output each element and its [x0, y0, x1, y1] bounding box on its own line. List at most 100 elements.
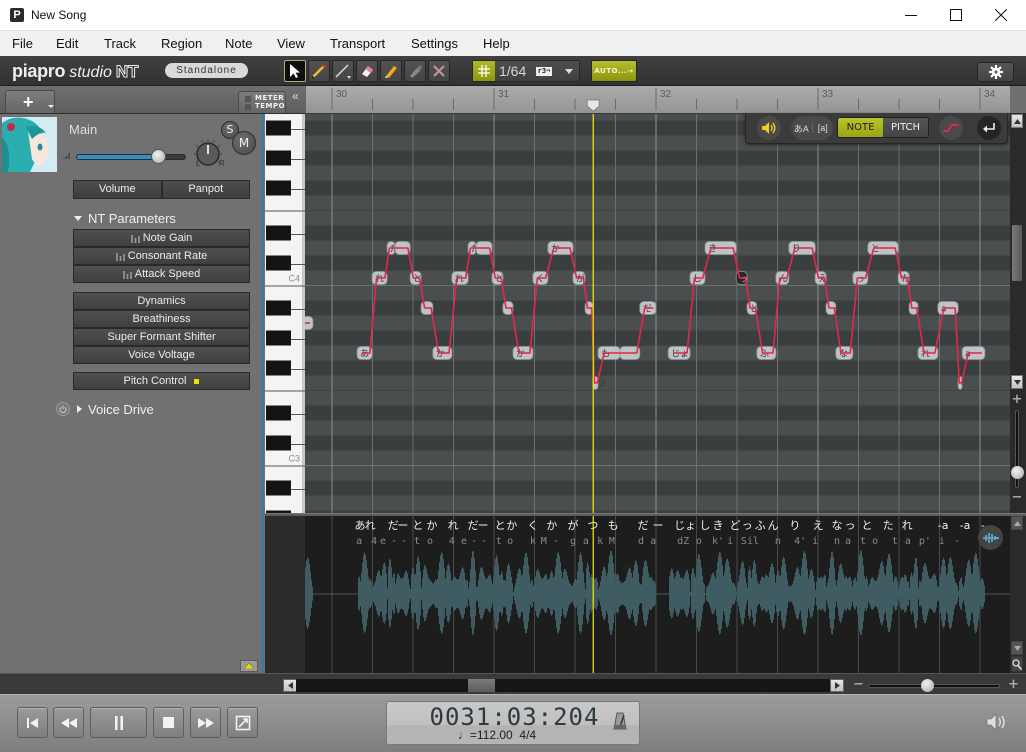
lyrics-waveform-panel[interactable]: あれだーとかれだーとかくかがつもだーじょしきどっふんりえなっとたれ-a-a-a4… — [305, 516, 1010, 673]
metronome-icon[interactable] — [613, 712, 627, 730]
lyric-token[interactable]: し — [700, 519, 711, 532]
brush-tool-button[interactable] — [404, 60, 426, 82]
pen-tool-button[interactable] — [380, 60, 402, 82]
black-key[interactable] — [266, 480, 291, 496]
minimize-button[interactable] — [888, 0, 934, 30]
stop-button[interactable] — [153, 707, 184, 738]
snap-grid-toggle[interactable] — [473, 61, 495, 81]
timeline-ruler[interactable]: 30 31 32 33 34 — [305, 86, 1010, 114]
vertical-scroll-thumb[interactable] — [1012, 225, 1022, 281]
track-name[interactable]: Main — [69, 122, 97, 137]
black-key[interactable] — [266, 435, 291, 451]
pause-button[interactable] — [90, 707, 147, 738]
lyric-token[interactable]: り — [789, 519, 800, 532]
param-dynamics-button[interactable]: Dynamics — [73, 292, 250, 310]
lyric-token[interactable]: き — [712, 519, 723, 532]
note-preview-button[interactable] — [757, 116, 781, 140]
phoneme-mode-button[interactable]: [a] — [811, 123, 834, 133]
rewind-button[interactable] — [53, 707, 84, 738]
nt-parameters-header[interactable]: NT Parameters — [74, 210, 176, 226]
fast-forward-button[interactable] — [190, 707, 221, 738]
zoom-button[interactable] — [1011, 656, 1023, 672]
note-lyric[interactable]: あ — [360, 349, 369, 360]
quantize-selector[interactable]: 1/64 r3¬ — [472, 60, 580, 82]
skip-to-start-button[interactable] — [17, 707, 48, 738]
black-key[interactable] — [266, 405, 291, 421]
waveform-toggle-button[interactable] — [978, 525, 1003, 550]
menu-settings[interactable]: Settings — [411, 31, 458, 56]
select-tool-button[interactable] — [284, 60, 306, 82]
menu-help[interactable]: Help — [483, 31, 510, 56]
note-lyric[interactable]: ー — [623, 350, 632, 360]
pitch-curve-button[interactable] — [939, 116, 963, 140]
lyric-token[interactable]: じょ — [674, 519, 696, 532]
black-key[interactable] — [266, 300, 291, 316]
lyrics-scroll-down-button[interactable] — [1011, 641, 1023, 655]
mute-button[interactable]: M — [232, 131, 256, 155]
lyric-token[interactable]: ふ — [755, 519, 766, 532]
lyric-token[interactable]: と — [495, 519, 506, 532]
volume-slider-thumb[interactable] — [151, 149, 166, 164]
kana-mode-button[interactable]: あA — [791, 122, 812, 135]
volume-tab[interactable]: Volume — [73, 180, 162, 199]
lyric-token[interactable]: れ — [365, 519, 376, 532]
lyric-token[interactable]: た — [883, 519, 894, 532]
black-key[interactable] — [266, 180, 291, 196]
menu-view[interactable]: View — [277, 31, 305, 56]
lyric-token[interactable]: ー — [653, 519, 664, 532]
line-tool-button[interactable] — [332, 60, 354, 82]
black-key[interactable] — [266, 360, 291, 376]
note-lyric[interactable]: か — [516, 349, 525, 360]
settings-button[interactable] — [977, 62, 1014, 82]
add-track-button[interactable]: + — [5, 90, 55, 113]
black-key[interactable] — [266, 120, 291, 136]
piano-roll-grid[interactable]: あれだーとーかれだーとーかくかがーつもーだじょしきっどふんりえーなっとたーれa-… — [305, 114, 1010, 513]
note-lyric[interactable]: ー — [398, 245, 407, 255]
lyric-token[interactable]: と — [862, 519, 873, 532]
param-note-gain-button[interactable]: Note Gain — [73, 229, 250, 247]
panpot-tab[interactable]: Panpot — [161, 180, 250, 199]
zoom-in-horizontal-icon[interactable]: + — [1008, 677, 1019, 692]
note-lyric[interactable]: ふ — [760, 349, 769, 360]
vertical-scrollbar[interactable]: + − — [1010, 113, 1026, 513]
black-key[interactable] — [266, 225, 291, 241]
meter-tempo-button[interactable]: METER TEMPO — [238, 91, 286, 113]
pitch-control-button[interactable]: Pitch Control — [73, 372, 250, 390]
note-lyric[interactable]: れ — [921, 349, 930, 360]
zoom-out-vertical-icon[interactable]: − — [1011, 491, 1023, 504]
note-lyric[interactable]: ど — [750, 304, 759, 315]
horizontal-scrollbar[interactable] — [296, 679, 830, 692]
scroll-left-button[interactable] — [283, 679, 297, 692]
lyric-token[interactable]: と — [412, 519, 423, 532]
scroll-down-button[interactable] — [1011, 375, 1023, 389]
menu-track[interactable]: Track — [104, 31, 136, 56]
horizontal-zoom-thumb[interactable] — [921, 679, 935, 692]
close-button[interactable] — [978, 0, 1024, 30]
voice-drive-power-button[interactable] — [56, 402, 70, 416]
position-display[interactable]: 0031:03:204 ♩=112.00 4/4 — [386, 701, 640, 745]
master-volume-icon[interactable] — [986, 713, 1008, 731]
lyric-mode-toggle[interactable]: あA [a] — [791, 116, 833, 140]
auto-scroll-button[interactable]: AUTO...→ — [591, 60, 637, 82]
param-super-formant-shifter-button[interactable]: Super Formant Shifter — [73, 328, 250, 346]
voice-drive-header[interactable]: Voice Drive — [56, 400, 154, 418]
menu-region[interactable]: Region — [161, 31, 202, 56]
pitch-mode-button[interactable]: PITCH — [883, 118, 928, 137]
lyric-token[interactable]: ー — [397, 519, 408, 532]
note-lyric[interactable]: ー — [506, 305, 515, 315]
collapse-lyrics-button[interactable] — [240, 660, 258, 672]
lyric-token[interactable]: れ — [448, 519, 459, 532]
note-lyric[interactable]: じょ — [671, 349, 689, 360]
menu-edit[interactable]: Edit — [56, 31, 78, 56]
lyric-token[interactable]: か — [427, 519, 438, 532]
black-key[interactable] — [266, 150, 291, 166]
note-lyric[interactable]: か — [436, 349, 445, 360]
lyric-token[interactable]: っ — [742, 519, 753, 532]
delete-tool-button[interactable] — [428, 60, 450, 82]
lyric-token[interactable]: だ — [638, 519, 649, 532]
zoom-in-vertical-icon[interactable]: + — [1011, 393, 1023, 406]
scroll-up-button[interactable] — [1011, 114, 1023, 128]
lyric-token[interactable]: -a — [960, 519, 971, 532]
tempo-signature-readout[interactable]: ♩=112.00 4/4 — [447, 728, 547, 742]
lyric-token[interactable]: ー — [478, 519, 489, 532]
